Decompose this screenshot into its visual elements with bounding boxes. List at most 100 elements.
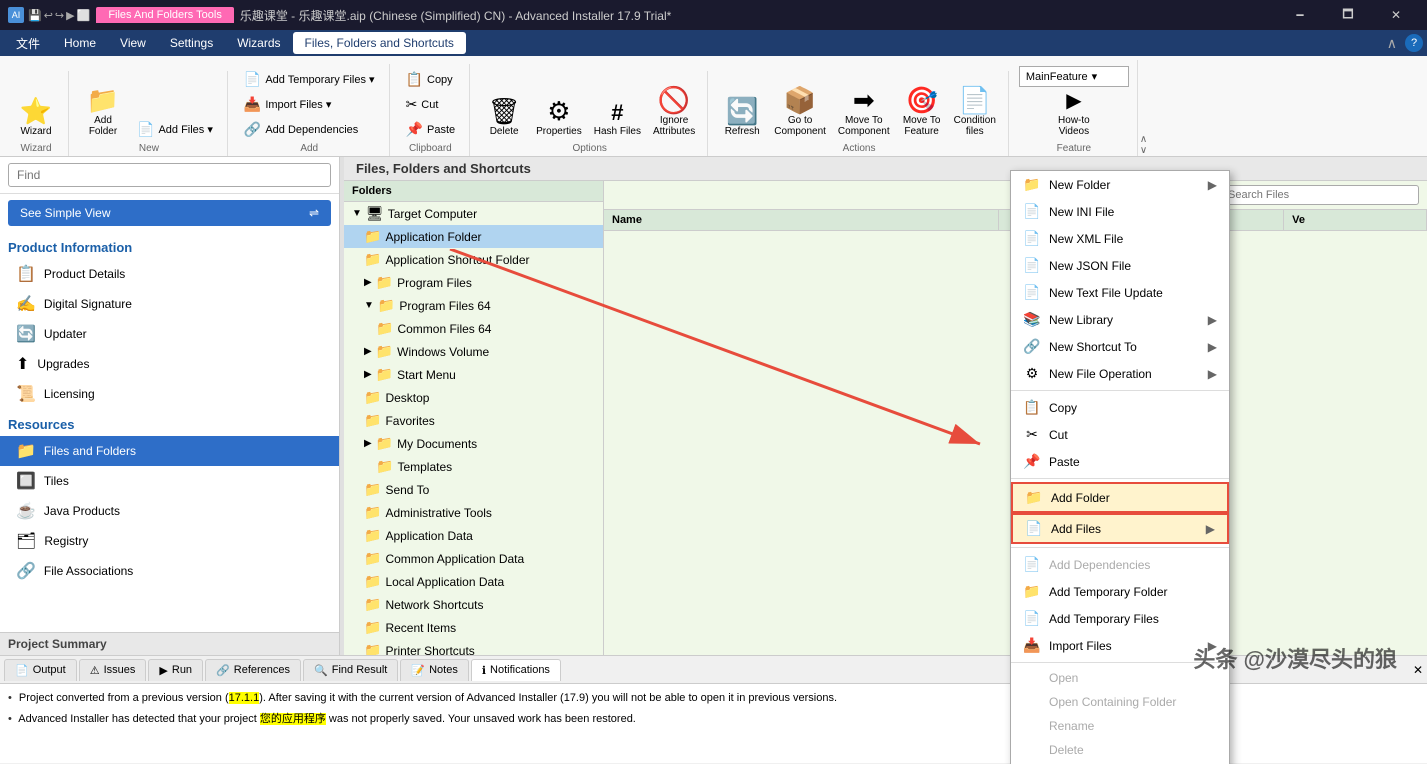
ignore-attrs-btn[interactable]: 🚫 IgnoreAttributes <box>649 73 699 141</box>
help-btn[interactable]: ? <box>1405 34 1423 52</box>
search-files-input[interactable] <box>1219 185 1419 205</box>
minimize-btn[interactable]: 🗕 <box>1277 0 1323 30</box>
folder-admin-tools[interactable]: 📁 Administrative Tools <box>344 501 603 524</box>
ctx-import-files[interactable]: 📥 Import Files ▶ <box>1011 632 1229 659</box>
folder-windows-volume[interactable]: ▶ 📁 Windows Volume <box>344 340 603 363</box>
properties-btn[interactable]: ⚙ Properties <box>532 73 586 141</box>
feature-selector[interactable]: MainFeature ▾ <box>1019 66 1129 87</box>
tab-issues[interactable]: ⚠ Issues <box>79 659 147 681</box>
sidebar-item-updater[interactable]: 🔄 Updater <box>0 319 339 349</box>
close-output-btn[interactable]: ✕ <box>1413 663 1423 677</box>
folder-printer-shortcuts[interactable]: 📁 Printer Shortcuts <box>344 639 603 655</box>
ctx-new-ini-icon: 📄 <box>1023 203 1041 220</box>
tab-run[interactable]: ▶ Run <box>148 659 203 681</box>
menu-settings[interactable]: Settings <box>158 32 225 54</box>
folder-network-shortcuts[interactable]: 📁 Network Shortcuts <box>344 593 603 616</box>
folder-recent-items[interactable]: 📁 Recent Items <box>344 616 603 639</box>
ctx-cut[interactable]: ✂ Cut <box>1011 421 1229 448</box>
ctx-new-file-op[interactable]: ⚙ New File Operation ▶ <box>1011 360 1229 387</box>
ctx-new-text-update[interactable]: 📄 New Text File Update <box>1011 279 1229 306</box>
menu-home[interactable]: Home <box>52 32 108 54</box>
menu-view[interactable]: View <box>108 32 158 54</box>
sidebar-item-java-products[interactable]: ☕ Java Products <box>0 496 339 526</box>
hash-files-btn[interactable]: # Hash Files <box>590 73 645 141</box>
add-files-btn[interactable]: 📄 Add Files ▾ <box>131 118 219 141</box>
copy-btn[interactable]: 📋 Copy <box>400 68 462 91</box>
folder-app-shortcut[interactable]: 📁 Application Shortcut Folder <box>344 248 603 271</box>
add-deps-btn[interactable]: 🔗 Add Dependencies <box>238 118 381 141</box>
sidebar-item-files-folders[interactable]: 📁 Files and Folders <box>0 436 339 466</box>
ctx-add-folder[interactable]: 📁 Add Folder <box>1011 482 1229 513</box>
ctx-add-deps-label: Add Dependencies <box>1049 558 1150 572</box>
condition-files-btn[interactable]: 📄 Conditionfiles <box>950 73 1000 141</box>
close-btn[interactable]: ✕ <box>1373 0 1419 30</box>
menu-file[interactable]: 文件 <box>4 31 52 56</box>
goto-component-btn[interactable]: 📦 Go toComponent <box>770 73 830 141</box>
sidebar-item-product-details[interactable]: 📋 Product Details <box>0 259 339 289</box>
ribbon-group-clipboard: 📋 Copy ✂ Cut 📌 Paste Clipboard <box>392 64 471 156</box>
simple-view-btn[interactable]: See Simple View ⇌ <box>8 200 331 226</box>
ribbon-collapse-btn[interactable]: ∧ <box>1387 35 1397 52</box>
ribbon-scroll-up[interactable]: ∧ <box>1140 134 1147 145</box>
folder-start-menu[interactable]: ▶ 📁 Start Menu <box>344 363 603 386</box>
menu-files-folders[interactable]: Files, Folders and Shortcuts <box>293 32 466 54</box>
tab-references[interactable]: 🔗 References <box>205 659 301 681</box>
wizard-btn[interactable]: ⭐ Wizard <box>12 73 60 141</box>
tab-find-result[interactable]: 🔍 Find Result <box>303 659 398 681</box>
add-temp-files-btn[interactable]: 📄 Add Temporary Files ▾ <box>238 68 381 91</box>
sidebar-item-licensing[interactable]: 📜 Licensing <box>0 379 339 409</box>
sidebar-nav: Product Information 📋 Product Details ✍ … <box>0 232 339 632</box>
folder-common-app-data[interactable]: 📁 Common Application Data <box>344 547 603 570</box>
import-files-btn[interactable]: 📥 Import Files ▾ <box>238 93 381 116</box>
ctx-new-ini[interactable]: 📄 New INI File <box>1011 198 1229 225</box>
ctx-paste[interactable]: 📌 Paste <box>1011 448 1229 475</box>
folder-app-data[interactable]: 📁 Application Data <box>344 524 603 547</box>
ctx-new-json[interactable]: 📄 New JSON File <box>1011 252 1229 279</box>
ctx-add-temp-folder[interactable]: 📁 Add Temporary Folder <box>1011 578 1229 605</box>
folder-program-files-64[interactable]: ▼ 📁 Program Files 64 <box>344 294 603 317</box>
menu-wizards[interactable]: Wizards <box>225 32 292 54</box>
move-to-component-btn[interactable]: ➡ Move ToComponent <box>834 73 894 141</box>
paste-label: Paste <box>427 124 455 136</box>
folder-program-files[interactable]: ▶ 📁 Program Files <box>344 271 603 294</box>
ctx-add-temp-files[interactable]: 📄 Add Temporary Files <box>1011 605 1229 632</box>
folder-templates[interactable]: 📁 Templates <box>344 455 603 478</box>
ribbon-scroll-down[interactable]: ∨ <box>1140 145 1147 156</box>
maximize-btn[interactable]: 🗖 <box>1325 0 1371 30</box>
sidebar-item-digital-signature[interactable]: ✍ Digital Signature <box>0 289 339 319</box>
import-files-label: Import Files ▾ <box>265 98 331 111</box>
folder-favorites[interactable]: 📁 Favorites <box>344 409 603 432</box>
sidebar-search-input[interactable] <box>8 163 331 187</box>
sidebar-item-upgrades[interactable]: ⬆ Upgrades <box>0 349 339 379</box>
files-folders-tools-tab[interactable]: Files And Folders Tools <box>96 7 234 23</box>
folder-common-files-64[interactable]: 📁 Common Files 64 <box>344 317 603 340</box>
tab-output[interactable]: 📄 Output <box>4 659 77 681</box>
folder-desktop[interactable]: 📁 Desktop <box>344 386 603 409</box>
ctx-new-library-arrow: ▶ <box>1208 313 1217 327</box>
project-summary[interactable]: Project Summary <box>0 632 339 655</box>
delete-btn[interactable]: 🗑 Delete <box>480 73 528 141</box>
ctx-add-files[interactable]: 📄 Add Files ▶ <box>1011 513 1229 544</box>
sidebar-item-file-associations[interactable]: 🔗 File Associations <box>0 556 339 586</box>
paste-btn[interactable]: 📌 Paste <box>400 118 462 141</box>
ctx-copy[interactable]: 📋 Copy <box>1011 394 1229 421</box>
add-group-label: Add <box>238 141 381 156</box>
add-folder-btn[interactable]: 📁 AddFolder <box>79 73 127 141</box>
sidebar-item-tiles[interactable]: 🔲 Tiles <box>0 466 339 496</box>
folder-send-to[interactable]: 📁 Send To <box>344 478 603 501</box>
ctx-new-folder[interactable]: 📁 New Folder ▶ <box>1011 171 1229 198</box>
folder-local-app-data[interactable]: 📁 Local Application Data <box>344 570 603 593</box>
ctx-new-shortcut[interactable]: 🔗 New Shortcut To ▶ <box>1011 333 1229 360</box>
sidebar-item-registry[interactable]: 🗂 Registry <box>0 526 339 556</box>
tab-notifications[interactable]: ℹ Notifications <box>471 659 561 681</box>
tab-notes[interactable]: 📝 Notes <box>400 659 468 681</box>
folder-my-documents[interactable]: ▶ 📁 My Documents <box>344 432 603 455</box>
cut-btn[interactable]: ✂ Cut <box>400 93 462 116</box>
ctx-new-xml[interactable]: 📄 New XML File <box>1011 225 1229 252</box>
refresh-btn[interactable]: 🔄 Refresh <box>718 73 766 141</box>
how-to-videos-btn[interactable]: ▶ How-toVideos <box>1019 91 1129 141</box>
folder-target-computer[interactable]: ▼ 🖥 Target Computer <box>344 202 603 225</box>
ctx-new-library[interactable]: 📚 New Library ▶ <box>1011 306 1229 333</box>
folder-application[interactable]: 📁 Application Folder <box>344 225 603 248</box>
move-to-feature-btn[interactable]: 🎯 Move ToFeature <box>898 73 946 141</box>
